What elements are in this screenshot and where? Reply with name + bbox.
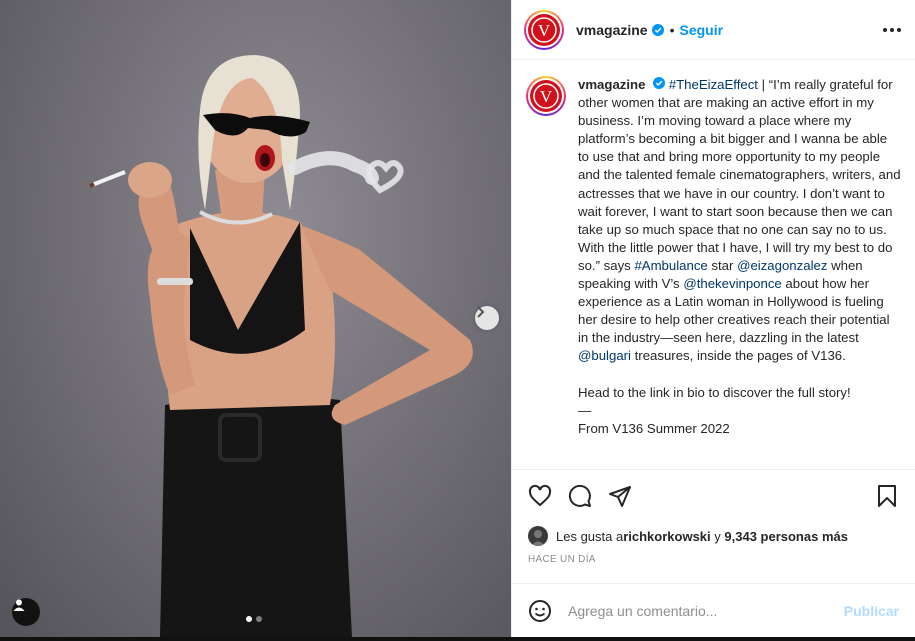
vmagazine-logo: V <box>528 13 560 46</box>
follow-button[interactable]: Seguir <box>680 22 724 38</box>
likes-prefix: Les gusta a <box>556 528 624 544</box>
caption-body: | “I’m really grateful for other women t… <box>578 77 901 273</box>
carousel-next-button[interactable] <box>475 306 499 330</box>
post-header: V vmagazine • Seguir <box>512 0 915 60</box>
publish-button[interactable]: Publicar <box>844 603 899 619</box>
hashtag-link[interactable]: #Ambulance <box>634 258 707 273</box>
vmagazine-logo: V <box>530 80 562 112</box>
caption-body: treasures, inside the pages of V136. <box>630 348 846 364</box>
post-actions <box>512 470 915 524</box>
mention-link[interactable]: @thekevinponce <box>683 276 781 291</box>
add-comment-bar: Publicar <box>512 583 915 637</box>
more-options-icon[interactable] <box>883 27 901 32</box>
caption-paragraph: Head to the link in bio to discover the … <box>578 384 851 400</box>
author-avatar[interactable]: V <box>524 9 564 50</box>
emoji-icon[interactable] <box>528 599 552 623</box>
svg-text:V: V <box>540 87 553 106</box>
mention-link[interactable]: @bulgari <box>578 348 631 363</box>
hashtag-link[interactable]: #TheEizaEffect <box>669 77 758 92</box>
comment-input[interactable] <box>568 602 844 619</box>
user-icon <box>13 599 25 611</box>
verified-badge-icon <box>651 23 664 36</box>
liker-avatar[interactable] <box>528 526 548 546</box>
carousel-dot-active <box>246 616 252 622</box>
caption-text: vmagazine #TheEizaEffect | “I’m really g… <box>578 76 901 469</box>
post-side-panel: V vmagazine • Seguir V vmagazine #TheEiz… <box>511 0 915 637</box>
tagged-users-button[interactable] <box>12 598 40 626</box>
post-timestamp[interactable]: HACE UN DÍA <box>512 548 915 578</box>
likes-count[interactable]: 9,343 personas más <box>724 529 848 544</box>
caption-paragraph: From V136 Summer 2022 <box>578 420 730 436</box>
photo-illustration <box>89 55 473 637</box>
svg-text:V: V <box>538 21 551 40</box>
liker-username[interactable]: richkorkowski <box>623 529 710 544</box>
carousel-indicator <box>246 616 262 622</box>
caption-section: V vmagazine #TheEizaEffect | “I’m really… <box>512 60 915 470</box>
likes-middle: y <box>710 528 725 544</box>
verified-badge-icon <box>653 77 666 89</box>
share-paper-plane-icon[interactable] <box>608 484 634 510</box>
likes-summary: Les gusta a richkorkowski y 9,343 person… <box>512 524 915 548</box>
caption-author-avatar[interactable]: V <box>526 76 566 116</box>
caption-username[interactable]: vmagazine <box>578 77 645 92</box>
author-username[interactable]: vmagazine <box>576 22 648 38</box>
like-heart-icon[interactable] <box>528 484 554 510</box>
chevron-right-icon <box>477 306 485 318</box>
window-bottom-edge <box>0 637 915 641</box>
comment-bubble-icon[interactable] <box>568 484 594 510</box>
caption-body: star <box>707 257 738 273</box>
separator-dot: • <box>669 21 675 38</box>
mention-link[interactable]: @eizagonzalez <box>737 258 827 273</box>
carousel-dot <box>256 616 262 622</box>
post-photo[interactable] <box>0 0 511 637</box>
bookmark-icon[interactable] <box>875 484 901 510</box>
caption-dash: — <box>578 402 592 418</box>
